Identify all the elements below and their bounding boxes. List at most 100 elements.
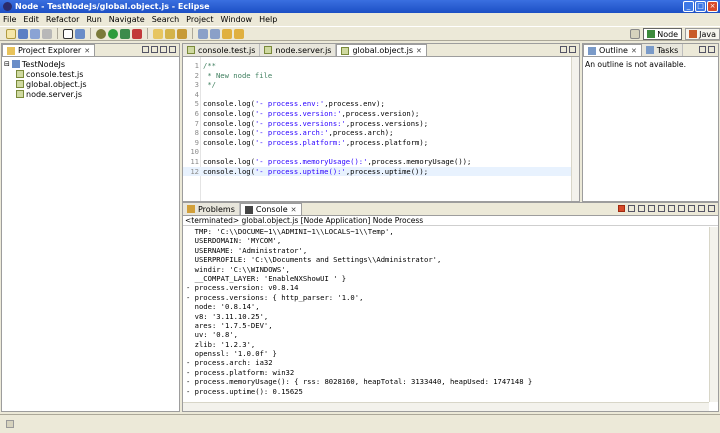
collapse-icon[interactable]: ⊟ (4, 60, 10, 68)
code-line[interactable]: 7 console.log('- process.versions:',proce… (183, 119, 571, 129)
tab-problems[interactable]: Problems (183, 203, 240, 215)
menu-navigate[interactable]: Navigate (109, 15, 145, 24)
code-line[interactable]: 4 (183, 90, 571, 100)
tab-node-server-js[interactable]: node.server.js (260, 44, 337, 56)
debug-icon[interactable] (96, 28, 106, 39)
pen-icon[interactable] (177, 28, 187, 39)
run-icon[interactable] (108, 28, 118, 39)
code-line[interactable]: 2 * New node file (183, 71, 571, 81)
line-number: 3 (194, 80, 199, 90)
eclipse-logo-icon (3, 2, 12, 11)
menu-help[interactable]: Help (259, 15, 277, 24)
console-panel: Problems Console ✕ <terminated> global.o… (182, 202, 719, 412)
title-bar: Node - TestNodeJs/global.object.js - Ecl… (0, 0, 720, 13)
new-icon[interactable] (6, 28, 16, 39)
new-folder-icon[interactable] (153, 28, 163, 39)
tab-project-explorer[interactable]: Project Explorer ✕ (2, 44, 96, 56)
checkbox-icon[interactable] (63, 28, 73, 39)
tools-icon[interactable] (132, 28, 142, 39)
editor-scrollbar[interactable] (571, 57, 579, 201)
code-text: console.log('- process.platform:',proces… (203, 137, 429, 147)
print-icon[interactable] (42, 28, 52, 39)
code-line[interactable]: 9 console.log('- process.platform:',proce… (183, 138, 571, 148)
minimize-icon[interactable] (698, 205, 705, 212)
node-perspective-icon (647, 30, 656, 38)
save-icon[interactable] (18, 28, 28, 39)
tree-item-file[interactable]: global.object.js (4, 79, 177, 89)
tab-console[interactable]: Console ✕ (239, 203, 302, 215)
external-tools-icon[interactable] (120, 28, 130, 39)
minimize-icon[interactable] (699, 46, 706, 53)
console-scrollbar[interactable] (709, 227, 718, 402)
forward-icon[interactable] (234, 28, 244, 39)
code-line[interactable]: 1 /** (183, 61, 571, 71)
maximize-icon[interactable] (169, 46, 176, 53)
console-horizontal-scrollbar[interactable] (183, 402, 709, 411)
maximize-button[interactable]: □ (695, 1, 706, 12)
perspective-node[interactable]: Node (643, 28, 683, 40)
open-perspective-icon[interactable] (630, 29, 641, 39)
close-tab-icon[interactable]: ✕ (291, 206, 297, 214)
tab-tasks[interactable]: Tasks (641, 44, 684, 56)
code-line[interactable]: 6 console.log('- process.version:',proces… (183, 109, 571, 119)
prev-annotation-icon[interactable] (210, 28, 220, 39)
task-icon[interactable] (75, 28, 85, 39)
minimize-button[interactable]: _ (683, 1, 694, 12)
console-line: TMP: 'C:\\DOCUME~1\\ADMINI~1\\LOCALS~1\\… (186, 227, 394, 236)
menu-edit[interactable]: Edit (23, 15, 39, 24)
outline-message: An outline is not available. (585, 60, 686, 69)
close-tab-icon[interactable]: ✕ (416, 47, 422, 55)
menu-window[interactable]: Window (221, 15, 253, 24)
console-line: - process.versions: { http_parser: '1.0'… (186, 292, 364, 302)
tab-outline[interactable]: Outline ✕ (583, 44, 642, 56)
menu-file[interactable]: File (3, 15, 16, 24)
link-editor-icon[interactable] (151, 46, 158, 53)
pin-console-icon[interactable] (668, 205, 675, 212)
terminate-icon[interactable] (618, 205, 625, 212)
close-tab-icon[interactable]: ✕ (84, 47, 90, 55)
open-console-icon[interactable] (688, 205, 695, 212)
close-tab-icon[interactable]: ✕ (631, 47, 637, 55)
display-console-icon[interactable] (678, 205, 685, 212)
search-icon[interactable] (165, 28, 175, 39)
code-text: console.log('- process.uptime():',proces… (203, 166, 429, 176)
tab-global-object-js[interactable]: global.object.js ✕ (336, 44, 427, 56)
perspective-java[interactable]: Java (685, 28, 720, 40)
console-line: - process.platform: win32 (186, 367, 295, 377)
code-line[interactable]: 5 console.log('- process.env:',process.en… (183, 99, 571, 109)
scroll-lock-icon[interactable] (648, 205, 655, 212)
clear-console-icon[interactable] (638, 205, 645, 212)
code-line[interactable]: 10 (183, 147, 571, 157)
code-area[interactable]: 1/** 2 * New node file 3 */4 5 console.log('… (183, 57, 579, 201)
console-line: zlib: '1.2.3', (186, 339, 256, 349)
next-annotation-icon[interactable] (198, 28, 208, 39)
word-wrap-icon[interactable] (658, 205, 665, 212)
problems-icon (187, 205, 195, 213)
tree-item-file[interactable]: node.server.js (4, 89, 177, 99)
minimize-icon[interactable] (560, 46, 567, 53)
code-line[interactable]: 3 */ (183, 80, 571, 90)
code-line[interactable]: 12 console.log('- process.uptime():',proc… (183, 166, 571, 177)
maximize-icon[interactable] (569, 46, 576, 53)
menu-refactor[interactable]: Refactor (46, 15, 80, 24)
back-icon[interactable] (222, 28, 232, 39)
line-number: 11 (190, 156, 199, 166)
maximize-icon[interactable] (708, 205, 715, 212)
menu-project[interactable]: Project (186, 15, 213, 24)
console-output[interactable]: TMP: 'C:\\DOCUME~1\\ADMINI~1\\LOCALS~1\\… (183, 227, 709, 401)
menu-run[interactable]: Run (86, 15, 101, 24)
line-number: 10 (190, 147, 199, 157)
close-button[interactable]: × (707, 1, 718, 12)
minimize-icon[interactable] (160, 46, 167, 53)
code-line[interactable]: 8 console.log('- process.arch:',process.a… (183, 128, 571, 138)
save-all-icon[interactable] (30, 28, 40, 39)
tree-item-project[interactable]: ⊟ TestNodeJs (4, 59, 177, 69)
maximize-icon[interactable] (708, 46, 715, 53)
tree-item-file[interactable]: console.test.js (4, 69, 177, 79)
console-line: - process.arch: ia32 (186, 358, 273, 368)
tab-console-test-js[interactable]: console.test.js (183, 44, 261, 56)
code-line[interactable]: 11 console.log('- process.memoryUsage():'… (183, 157, 571, 167)
menu-search[interactable]: Search (152, 15, 179, 24)
collapse-all-icon[interactable] (142, 46, 149, 53)
remove-launch-icon[interactable] (628, 205, 635, 212)
